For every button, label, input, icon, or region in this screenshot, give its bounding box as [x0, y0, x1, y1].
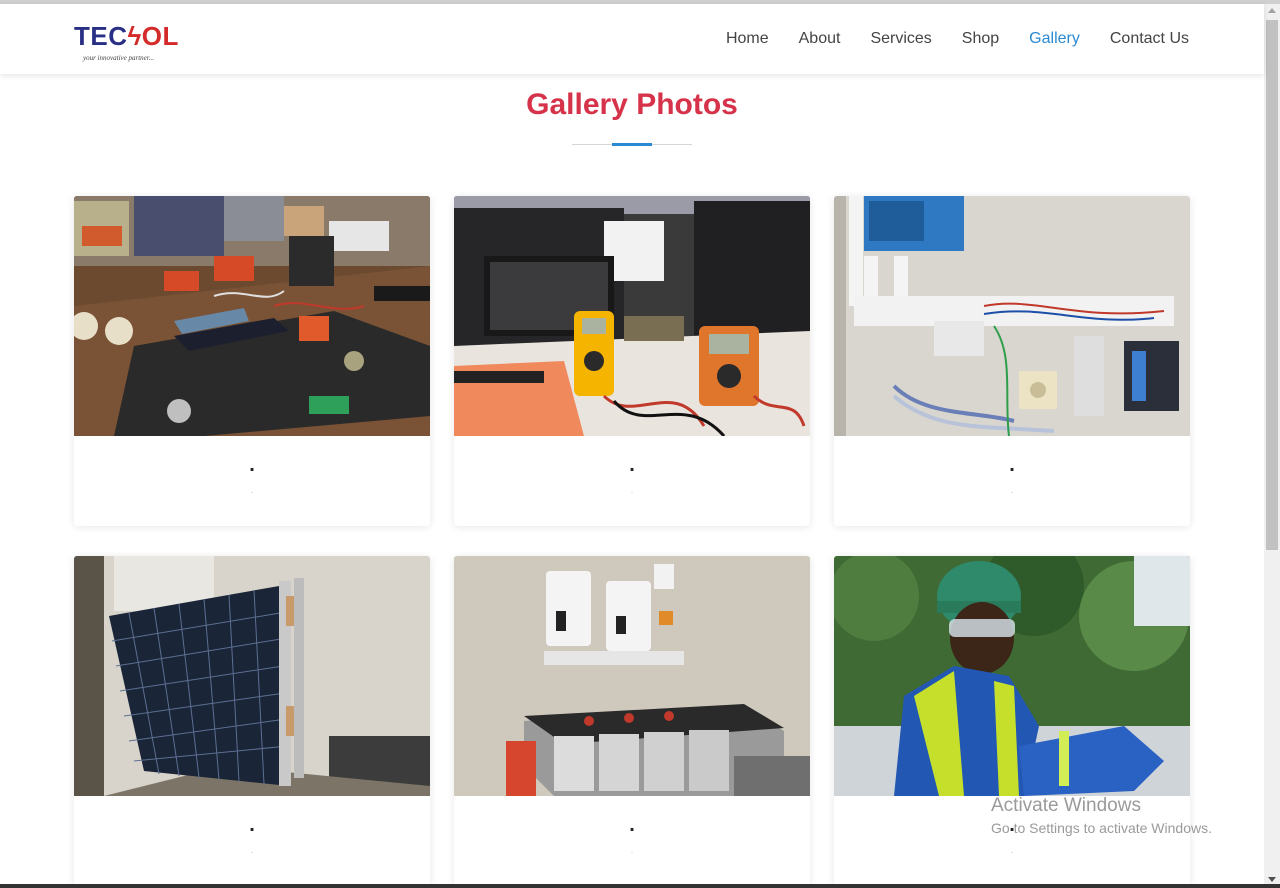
gallery-card-subtitle: . — [1010, 846, 1014, 855]
gallery-card-subtitle: . — [630, 846, 634, 855]
nav-link-services[interactable]: Services — [855, 4, 946, 74]
gallery-card-title: . — [249, 814, 255, 836]
gallery-card[interactable]: . . — [454, 556, 810, 886]
gallery-card[interactable]: . . — [834, 196, 1190, 526]
vertical-scrollbar[interactable] — [1264, 4, 1280, 888]
window-bottom-edge — [0, 884, 1280, 888]
gallery-photo-battery-bank[interactable] — [454, 556, 810, 796]
gallery-photo-solar-panels[interactable] — [74, 556, 430, 796]
scrollbar-thumb[interactable] — [1266, 20, 1278, 550]
gallery-card-subtitle: . — [1010, 486, 1014, 495]
nav-link-shop[interactable]: Shop — [947, 4, 1014, 74]
gallery-card[interactable]: . . — [74, 556, 430, 886]
windows-activation-watermark: Activate Windows Go to Settings to activ… — [991, 795, 1212, 836]
gallery-photo-technician[interactable] — [834, 556, 1190, 796]
gallery-card-subtitle: . — [250, 486, 254, 495]
scroll-up-arrow-icon[interactable] — [1268, 8, 1276, 13]
logo-text-right: OL — [141, 21, 179, 51]
watermark-subtitle: Go to Settings to activate Windows. — [991, 820, 1212, 836]
gallery-photo-workbench[interactable] — [74, 196, 430, 436]
page-title: Gallery Photos — [526, 88, 738, 121]
nav-link-home[interactable]: Home — [711, 4, 784, 74]
gallery-card-subtitle: . — [630, 486, 634, 495]
nav-link-gallery[interactable]: Gallery — [1014, 4, 1095, 74]
gallery-card-title: . — [249, 454, 255, 476]
gallery-card-subtitle: . — [250, 846, 254, 855]
gallery-card-title: . — [629, 454, 635, 476]
gallery-card[interactable]: . . — [454, 196, 810, 526]
logo-tagline: your innovative partner... — [83, 54, 154, 62]
divider-accent — [612, 143, 652, 146]
lightning-bolt-icon: ϟ — [127, 21, 142, 51]
logo-text-left: TEC — [74, 21, 128, 51]
gallery-card-title: . — [1009, 454, 1015, 476]
nav-link-contact-us[interactable]: Contact Us — [1095, 4, 1189, 74]
site-logo[interactable]: TECϟOL your innovative partner... — [74, 21, 194, 65]
main-nav: Home About Services Shop Gallery Contact… — [711, 4, 1189, 74]
gallery-card-title: . — [629, 814, 635, 836]
nav-link-about[interactable]: About — [784, 4, 856, 74]
gallery-card[interactable]: . . — [74, 196, 430, 526]
logo-wordmark: TECϟOL — [74, 21, 179, 51]
scroll-down-arrow-icon[interactable] — [1268, 877, 1276, 882]
gallery-card[interactable]: . . — [834, 556, 1190, 886]
site-header: TECϟOL your innovative partner... Home A… — [0, 4, 1264, 74]
gallery-photo-multimeters[interactable] — [454, 196, 810, 436]
title-divider — [572, 143, 692, 147]
watermark-title: Activate Windows — [991, 795, 1141, 816]
gallery-photo-inverter-wiring[interactable] — [834, 196, 1190, 436]
